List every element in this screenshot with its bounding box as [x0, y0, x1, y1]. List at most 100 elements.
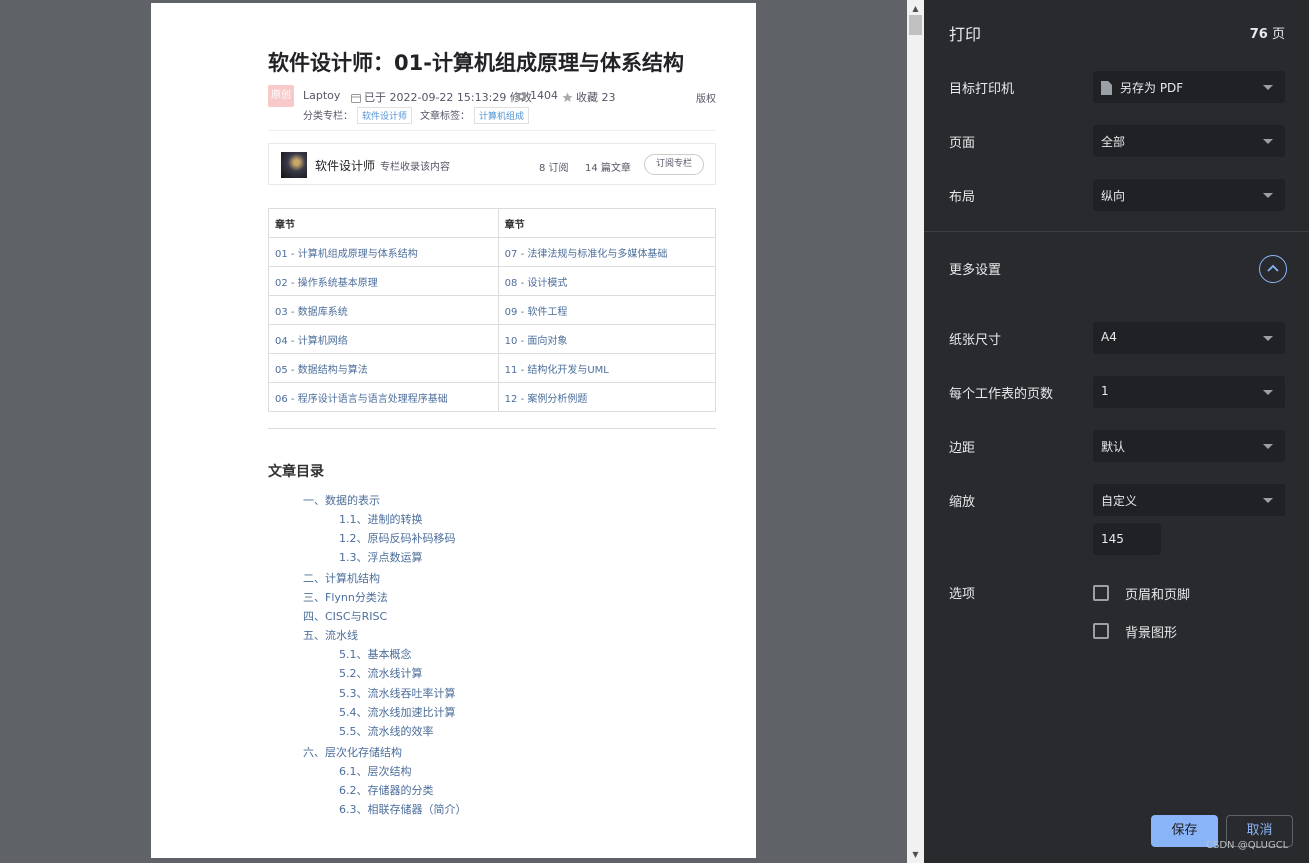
table-row: 04 - 计算机网络 10 - 面向对象 [268, 324, 717, 354]
table-row: 06 - 程序设计语言与语言处理程序基础 12 - 案例分析例题 [268, 382, 717, 412]
divider [268, 130, 716, 131]
header-footer-checkbox[interactable] [1093, 585, 1109, 601]
chevron-down-icon [1263, 193, 1273, 198]
column-name[interactable]: 软件设计师 [315, 157, 375, 174]
chapter-link[interactable]: 05 - 数据结构与算法 [268, 353, 499, 383]
preview-page: 软件设计师：01-计算机组成原理与体系结构 原创 Laptoy 已于 2022-… [151, 3, 756, 858]
chapter-link[interactable]: 07 - 法律法规与标准化与多媒体基础 [497, 237, 717, 267]
layout-select[interactable]: 纵向 [1093, 179, 1285, 211]
options-label: 选项 [949, 587, 976, 602]
table-header-row: 章节 章节 [268, 208, 717, 238]
chapter-link[interactable]: 03 - 数据库系统 [268, 295, 499, 325]
chevron-down-icon [1263, 444, 1273, 449]
table-row: 03 - 数据库系统 09 - 软件工程 [268, 295, 717, 325]
header-footer-label[interactable]: 页眉和页脚 [1125, 584, 1190, 603]
toc-item[interactable]: 5.1、基本概念 [339, 646, 412, 662]
table-header: 章节 [497, 208, 717, 238]
page-count-unit: 页 [1267, 27, 1285, 42]
chapter-link[interactable]: 10 - 面向对象 [497, 324, 717, 354]
toc-item[interactable]: 四、CISC与RISC [303, 608, 387, 624]
toc-item[interactable]: 三、Flynn分类法 [303, 589, 388, 605]
chapter-link[interactable]: 04 - 计算机网络 [268, 324, 499, 354]
toc-item[interactable]: 5.5、流水线的效率 [339, 723, 434, 739]
destination-select[interactable]: 另存为 PDF [1093, 71, 1285, 103]
collapse-more-settings-button[interactable] [1259, 255, 1287, 283]
chapter-link[interactable]: 06 - 程序设计语言与语言处理程序基础 [268, 382, 499, 412]
eye-icon [516, 93, 527, 100]
chevron-down-icon [1263, 336, 1273, 341]
background-graphics-checkbox[interactable] [1093, 623, 1109, 639]
modified-date-text: 已于 2022-09-22 15:13:29 修改 [364, 91, 532, 104]
pages-per-sheet-label: 每个工作表的页数 [949, 387, 1054, 402]
article-tag[interactable]: 计算机组成 [474, 107, 530, 124]
print-title: 打印 [949, 25, 982, 44]
pages-select[interactable]: 全部 [1093, 125, 1285, 157]
toc-title: 文章目录 [268, 464, 324, 480]
pages-per-sheet-select[interactable]: 1 [1093, 376, 1285, 408]
article-count: 14 篇文章 [585, 163, 631, 174]
paper-size-select[interactable]: A4 [1093, 322, 1285, 354]
author-name: Laptoy [303, 89, 341, 102]
toc-item[interactable]: 五、流水线 [303, 627, 358, 643]
background-graphics-label[interactable]: 背景图形 [1125, 622, 1177, 641]
margins-select[interactable]: 默认 [1093, 430, 1285, 462]
view-count-text: 1404 [530, 89, 558, 102]
chapter-link[interactable]: 02 - 操作系统基本原理 [268, 266, 499, 296]
toc-item[interactable]: 六、层次化存储结构 [303, 744, 402, 760]
preview-scrollbar[interactable]: ▲ ▼ [907, 0, 924, 863]
toc-item[interactable]: 6.2、存储器的分类 [339, 782, 434, 798]
scrollbar-thumb[interactable] [909, 15, 922, 35]
margins-label: 边距 [949, 441, 976, 456]
margins-value: 默认 [1101, 440, 1126, 454]
article-tags: 分类专栏： 软件设计师 文章标签： 计算机组成 [303, 107, 537, 124]
toc-item[interactable]: 5.2、流水线计算 [339, 665, 423, 681]
toc-item[interactable]: 5.3、流水线吞吐率计算 [339, 685, 456, 701]
subscribe-column-button[interactable]: 订阅专栏 [644, 154, 704, 175]
chapter-link[interactable]: 11 - 结构化开发与UML [497, 353, 717, 383]
toc-item[interactable]: 一、数据的表示 [303, 492, 380, 508]
toc-item[interactable]: 6.3、相联存储器（简介） [339, 801, 467, 817]
page-count-number: 76 [1249, 27, 1268, 42]
chevron-up-icon [1267, 264, 1279, 272]
article-meta: 原创 Laptoy 已于 2022-09-22 15:13:29 修改 1404… [268, 85, 716, 107]
toc-item[interactable]: 5.4、流水线加速比计算 [339, 704, 456, 720]
scale-select[interactable]: 自定义 [1093, 484, 1285, 516]
layout-value: 纵向 [1101, 189, 1126, 203]
layout-label: 布局 [949, 190, 976, 205]
toc-item[interactable]: 1.3、浮点数运算 [339, 549, 423, 565]
pages-value: 全部 [1101, 135, 1126, 149]
print-preview-area: 软件设计师：01-计算机组成原理与体系结构 原创 Laptoy 已于 2022-… [0, 0, 907, 863]
toc-item[interactable]: 二、计算机结构 [303, 570, 380, 586]
scale-input[interactable] [1093, 523, 1161, 555]
calendar-icon [351, 94, 361, 103]
chapter-link[interactable]: 08 - 设计模式 [497, 266, 717, 296]
chevron-down-icon [1263, 85, 1273, 90]
original-badge: 原创 [268, 85, 294, 107]
favorite-count-text: 收藏 23 [576, 91, 616, 104]
print-settings-panel: 打印 76 页 目标打印机 另存为 PDF 页面 全部 布局 纵向 更多设置 纸… [924, 0, 1309, 863]
table-row: 01 - 计算机组成原理与体系结构 07 - 法律法规与标准化与多媒体基础 [268, 237, 717, 267]
toc-item[interactable]: 6.1、层次结构 [339, 763, 412, 779]
chapter-link[interactable]: 09 - 软件工程 [497, 295, 717, 325]
destination-label: 目标打印机 [949, 82, 1015, 97]
table-row: 05 - 数据结构与算法 11 - 结构化开发与UML [268, 353, 717, 383]
paper-size-label: 纸张尺寸 [949, 333, 1002, 348]
scale-value: 自定义 [1101, 494, 1138, 508]
chapter-link[interactable]: 12 - 案例分析例题 [497, 382, 717, 412]
scale-label: 缩放 [949, 495, 976, 510]
chapter-link[interactable]: 01 - 计算机组成原理与体系结构 [268, 237, 499, 267]
document-icon [1101, 81, 1112, 95]
column-box: 软件设计师 专栏收录该内容 8 订阅 14 篇文章 订阅专栏 [268, 143, 716, 185]
scroll-down-icon[interactable]: ▼ [907, 846, 924, 863]
more-settings-label[interactable]: 更多设置 [949, 259, 1001, 278]
toc-item[interactable]: 1.2、原码反码补码移码 [339, 530, 456, 546]
column-tag[interactable]: 软件设计师 [357, 107, 413, 124]
toc-item[interactable]: 1.1、进制的转换 [339, 511, 423, 527]
copyright-link[interactable]: 版权 [696, 90, 716, 105]
table-row: 02 - 操作系统基本原理 08 - 设计模式 [268, 266, 717, 296]
paper-size-value: A4 [1101, 330, 1117, 344]
star-icon [562, 92, 573, 102]
table-header: 章节 [268, 208, 499, 238]
pages-label: 页面 [949, 136, 976, 151]
chevron-down-icon [1263, 139, 1273, 144]
